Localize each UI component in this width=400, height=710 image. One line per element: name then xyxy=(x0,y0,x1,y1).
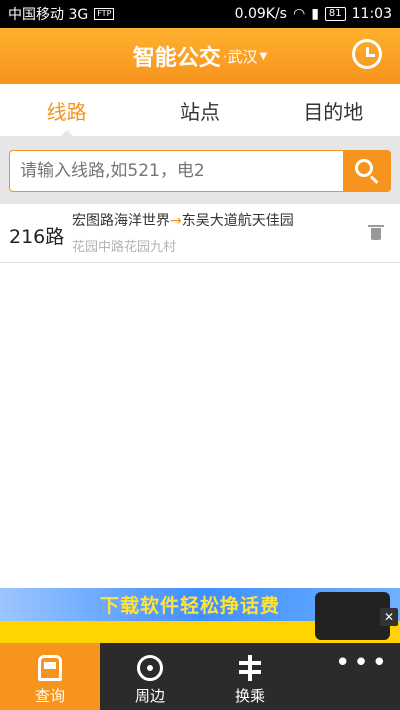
carrier-label: 中国移动 3G xyxy=(8,7,89,23)
route-stop: 花园中路花园九村 xyxy=(72,240,177,255)
city-selector[interactable]: 智能公交 ·武汉 ▼ xyxy=(0,28,400,84)
nav-label: 查询 xyxy=(34,687,65,705)
network-speed: 0.09K/s xyxy=(234,6,287,22)
ftp-icon: FTP xyxy=(94,8,115,20)
close-icon[interactable]: ✕ xyxy=(380,608,398,626)
nav-label: 换乘 xyxy=(234,687,265,705)
status-bar: 中国移动 3G FTP 0.09K/s ◠ ▮ 81 11:03 xyxy=(0,0,400,28)
battery-icon: 81 xyxy=(324,7,346,21)
city-label[interactable]: ·武汉 xyxy=(223,46,258,67)
bus-icon xyxy=(38,655,62,681)
location-target-icon xyxy=(137,655,163,681)
dropdown-caret-icon[interactable]: ▼ xyxy=(260,51,268,62)
delete-trash-icon[interactable] xyxy=(368,225,384,240)
bottom-nav: 查询 周边 换乘 ••• xyxy=(0,643,400,710)
signal-icon: ▮ xyxy=(311,6,319,22)
route-direction: 宏图路海洋世界→东吴大道航天佳园 xyxy=(72,210,294,230)
nav-more[interactable]: ••• xyxy=(300,643,400,710)
search-button[interactable] xyxy=(343,150,391,192)
signpost-icon xyxy=(235,653,265,683)
history-clock-icon[interactable] xyxy=(352,39,382,69)
ad-banner[interactable]: 下载软件轻松挣话费 ✕ xyxy=(0,588,400,643)
route-to: 东吴大道航天佳园 xyxy=(181,213,294,229)
nav-nearby[interactable]: 周边 xyxy=(100,643,200,710)
search-input[interactable] xyxy=(10,151,343,191)
arrow-right-icon: → xyxy=(170,213,182,229)
app-header: 智能公交 ·武汉 ▼ xyxy=(0,28,400,84)
app-title: 智能公交 xyxy=(132,46,221,71)
route-list-item[interactable]: 216路 宏图路海洋世界→东吴大道航天佳园 花园中路花园九村 xyxy=(0,204,400,263)
tab-station[interactable]: 站点 xyxy=(133,84,266,136)
search-area xyxy=(0,136,400,204)
search-box xyxy=(9,150,343,192)
tab-destination[interactable]: 目的地 xyxy=(267,84,400,136)
route-number: 216路 xyxy=(9,226,65,248)
route-from: 宏图路海洋世界 xyxy=(72,213,170,229)
more-icon: ••• xyxy=(335,648,391,678)
nav-transfer[interactable]: 换乘 xyxy=(200,643,300,710)
tab-route[interactable]: 线路 xyxy=(0,84,133,137)
ad-headline: 下载软件轻松挣话费 xyxy=(100,595,281,617)
tab-bar: 线路 站点 目的地 xyxy=(0,84,400,137)
nav-query[interactable]: 查询 xyxy=(0,643,100,710)
wifi-icon: ◠ xyxy=(292,6,306,22)
search-icon xyxy=(355,159,373,177)
ad-phone-image xyxy=(315,592,390,640)
clock-time: 11:03 xyxy=(351,6,392,22)
nav-label: 周边 xyxy=(134,687,165,705)
